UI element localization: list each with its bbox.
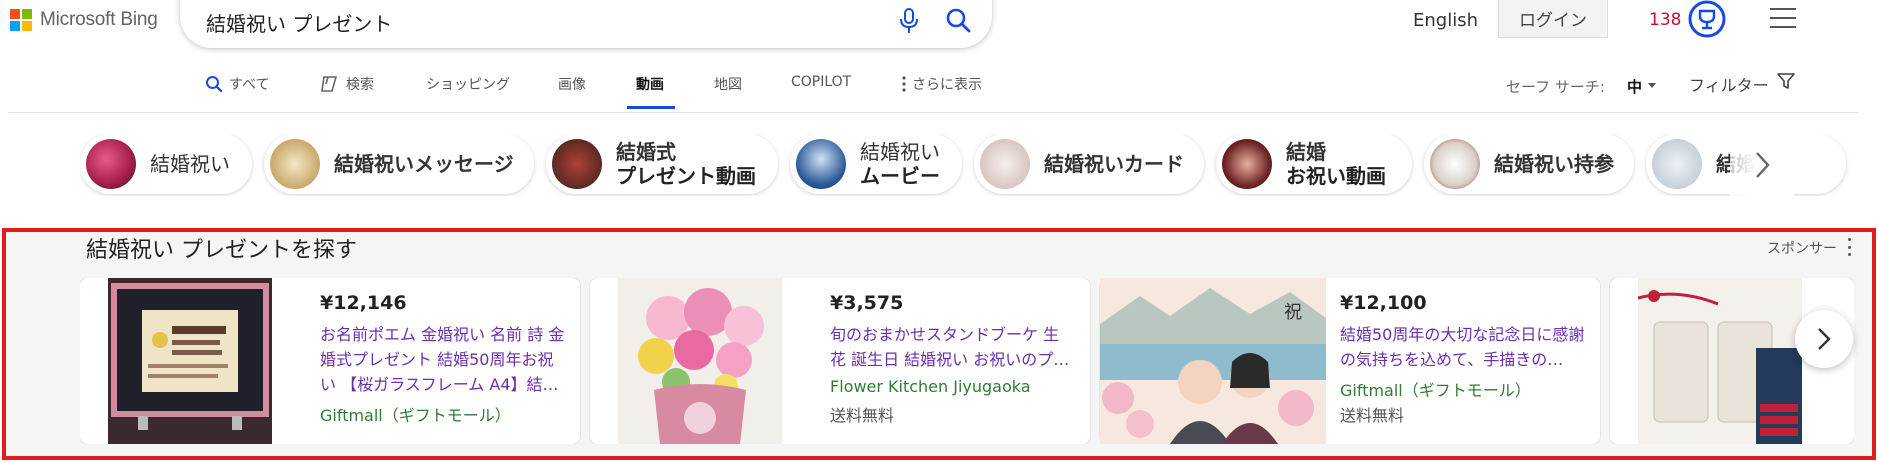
tab-label: 動画 bbox=[636, 77, 664, 93]
chip-label-sub: お祝い動画 bbox=[1286, 164, 1386, 188]
chip-label: 結婚祝い持参 bbox=[1494, 152, 1614, 176]
microsoft-logo-icon bbox=[10, 9, 32, 31]
chip-thumbnail bbox=[86, 139, 136, 189]
product-shipping: 送料無料 bbox=[1340, 406, 1405, 425]
more-vertical-icon bbox=[902, 76, 906, 92]
filter-button[interactable]: フィルター bbox=[1689, 72, 1769, 96]
microphone-icon[interactable] bbox=[898, 8, 920, 34]
tab-label: COPILOT bbox=[791, 74, 852, 90]
chip-thumbnail bbox=[1430, 139, 1480, 189]
product-image bbox=[618, 278, 782, 444]
search-tabs: すべて 検索 ショッピング 画像 動画 地図 COPILOT さらに表示 セーフ… bbox=[0, 62, 1878, 112]
related-chip[interactable]: 結婚祝いカード bbox=[974, 134, 1204, 194]
tab-label: すべて bbox=[229, 77, 270, 93]
logo-text: Microsoft Bing bbox=[40, 9, 158, 30]
safe-search-label: セーフ サーチ: bbox=[1506, 78, 1605, 96]
tab-copilot[interactable]: COPILOT bbox=[791, 74, 851, 90]
language-link[interactable]: English bbox=[1413, 10, 1478, 31]
chip-label: 結婚祝いカード bbox=[1044, 152, 1184, 176]
product-title[interactable]: お名前ポエム 金婚祝い 名前 詩 金婚式プレゼント 結婚50周年お祝い 【桜ガラ… bbox=[320, 322, 565, 397]
product-shipping: 送料無料 bbox=[830, 406, 895, 425]
product-image: 祝 bbox=[1100, 278, 1326, 444]
sponsor-label: スポンサー bbox=[1767, 241, 1837, 257]
chevron-down-icon[interactable] bbox=[1648, 83, 1656, 88]
product-seller: Flower Kitchen Jiyugaoka bbox=[830, 377, 1031, 396]
tab-label: 検索 bbox=[346, 77, 374, 93]
copilot-icon bbox=[320, 75, 340, 93]
product-image bbox=[108, 278, 272, 444]
tab-shopping[interactable]: ショッピング bbox=[426, 74, 510, 94]
shopping-section-title: 結婚祝い プレゼントを探す bbox=[86, 238, 357, 263]
related-chip[interactable]: 結婚式 プレゼント動画 bbox=[546, 134, 778, 194]
tab-images[interactable]: 画像 bbox=[558, 74, 586, 94]
chip-label-sub: ムービー bbox=[860, 164, 940, 188]
chip-label: 結婚祝い bbox=[150, 152, 230, 176]
tab-label: 地図 bbox=[714, 77, 742, 93]
chip-thumbnail bbox=[980, 139, 1030, 189]
chip-label: 結婚式 bbox=[616, 140, 676, 164]
product-card[interactable]: 祝 ¥12,100 結婚50周年の大切な記念日に感謝の気持ちを込めて、手描きの…… bbox=[1100, 278, 1600, 444]
product-card[interactable]: ¥3,575 旬のおまかせスタンドブーケ 生花 誕生日 結婚祝い お祝いのプ… … bbox=[590, 278, 1090, 444]
tab-label: ショッピング bbox=[426, 77, 510, 93]
chip-label: 結婚祝いメッセージ bbox=[334, 152, 514, 176]
chip-thumbnail bbox=[1222, 139, 1272, 189]
chip-label: 結婚 bbox=[1286, 140, 1326, 164]
product-seller: Giftmall（ギフトモール） bbox=[1340, 381, 1531, 400]
related-chip[interactable]: 結婚 お祝い動画 bbox=[1216, 134, 1412, 194]
search-icon bbox=[205, 75, 223, 93]
rewards-trophy-icon[interactable] bbox=[1688, 0, 1726, 38]
filter-icon[interactable] bbox=[1776, 71, 1796, 91]
chip-label: 結婚祝い bbox=[860, 140, 940, 164]
product-title[interactable]: 結婚50周年の大切な記念日に感謝の気持ちを込めて、手描きの… bbox=[1340, 322, 1585, 372]
chip-thumbnail bbox=[270, 139, 320, 189]
related-chip[interactable]: 結婚祝い持参 bbox=[1424, 134, 1634, 194]
related-chip[interactable]: 結婚祝いメッセージ bbox=[264, 134, 534, 194]
tab-search[interactable]: 検索 bbox=[320, 74, 374, 94]
chip-thumbnail bbox=[796, 139, 846, 189]
chips-next-button[interactable] bbox=[1730, 132, 1794, 198]
tab-label: 画像 bbox=[558, 77, 586, 93]
hamburger-menu-icon[interactable] bbox=[1770, 8, 1796, 30]
tab-videos[interactable]: 動画 bbox=[636, 74, 664, 94]
more-options-icon[interactable] bbox=[1848, 238, 1852, 256]
search-input[interactable]: 結婚祝い プレゼント bbox=[206, 8, 392, 37]
product-title[interactable]: 旬のおまかせスタンドブーケ 生花 誕生日 結婚祝い お祝いのプ… bbox=[830, 322, 1075, 372]
login-button[interactable]: ログイン bbox=[1498, 0, 1608, 38]
product-seller: Giftmall（ギフトモール） bbox=[320, 406, 511, 425]
active-tab-indicator bbox=[627, 106, 675, 109]
chevron-right-icon bbox=[1818, 328, 1831, 350]
tab-maps[interactable]: 地図 bbox=[714, 74, 742, 94]
product-image bbox=[1638, 278, 1802, 444]
search-box[interactable]: 結婚祝い プレゼント bbox=[180, 0, 992, 48]
rewards-count[interactable]: 138 bbox=[1649, 10, 1681, 30]
bing-logo[interactable]: Microsoft Bing bbox=[10, 8, 158, 32]
related-chip[interactable]: 結婚祝い ムービー bbox=[790, 134, 962, 194]
product-price: ¥12,100 bbox=[1340, 292, 1427, 314]
product-carousel: ¥12,146 お名前ポエム 金婚祝い 名前 詩 金婚式プレゼント 結婚50周年… bbox=[80, 278, 1854, 444]
product-card[interactable]: ¥12,146 お名前ポエム 金婚祝い 名前 詩 金婚式プレゼント 結婚50周年… bbox=[80, 278, 580, 444]
chip-thumbnail bbox=[1652, 139, 1702, 189]
chevron-right-icon bbox=[1756, 152, 1770, 178]
tab-label: さらに表示 bbox=[912, 77, 982, 93]
safe-search-dropdown[interactable]: 中 bbox=[1627, 76, 1642, 97]
related-chip[interactable]: 結婚祝い bbox=[80, 134, 252, 194]
tab-all[interactable]: すべて bbox=[205, 74, 269, 94]
svg-text:祝: 祝 bbox=[1284, 302, 1302, 323]
chip-label-sub: プレゼント動画 bbox=[616, 164, 756, 188]
related-searches: 結婚祝い 結婚祝いメッセージ 結婚式 プレゼント動画 結婚祝い ムービー 結婚祝いカ… bbox=[80, 134, 1860, 196]
product-price: ¥3,575 bbox=[830, 292, 904, 314]
product-price: ¥12,146 bbox=[320, 292, 407, 314]
search-icon[interactable] bbox=[944, 6, 972, 34]
carousel-next-button[interactable] bbox=[1795, 310, 1853, 368]
tab-more[interactable]: さらに表示 bbox=[902, 74, 982, 94]
header-divider bbox=[8, 112, 1858, 113]
chip-thumbnail bbox=[552, 139, 602, 189]
